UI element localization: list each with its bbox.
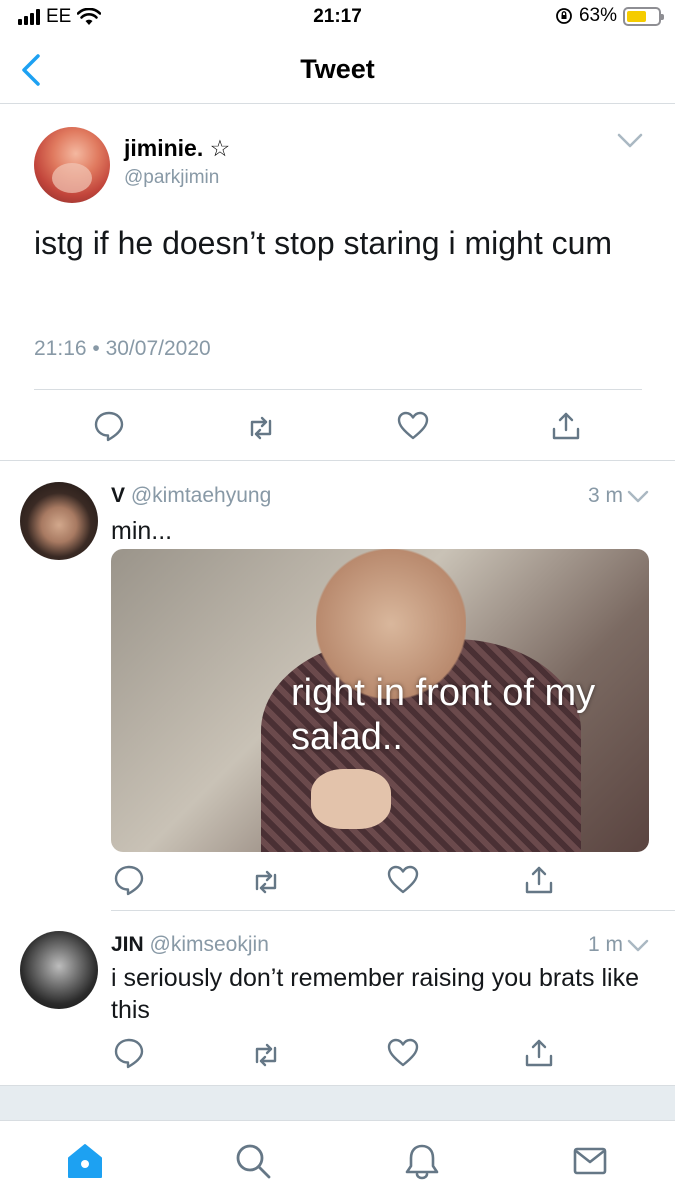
reply-text: min...	[111, 517, 173, 545]
reply-button[interactable]	[92, 409, 126, 443]
battery-label: 63%	[578, 5, 617, 26]
like-icon	[387, 865, 419, 894]
author-name[interactable]: jiminie. ☆	[124, 135, 230, 162]
battery-fill	[627, 10, 646, 22]
share-icon	[552, 412, 580, 440]
reply-icon	[114, 1038, 144, 1069]
like-icon	[397, 411, 429, 440]
tab-messages[interactable]	[570, 1141, 610, 1181]
messages-icon	[573, 1147, 607, 1175]
reply-author[interactable]: V @kimtaehyung	[111, 484, 271, 508]
search-icon	[236, 1144, 271, 1179]
media-hand	[311, 769, 391, 829]
avatar[interactable]	[34, 127, 110, 203]
home-icon	[68, 1144, 102, 1178]
share-button[interactable]	[522, 863, 556, 897]
tab-bar	[0, 1120, 675, 1200]
reply-handle: @kimseokjin	[149, 933, 269, 956]
like-button[interactable]	[386, 863, 420, 897]
share-icon	[525, 866, 553, 894]
reply-time: 1 m	[587, 933, 623, 956]
reply-icon	[114, 865, 144, 896]
avatar[interactable]	[20, 482, 98, 560]
main-tweet: jiminie. ☆ @parkjimin istg if he doesn’t…	[0, 105, 675, 461]
chevron-down-icon[interactable]	[627, 939, 649, 953]
tab-home[interactable]	[65, 1141, 105, 1181]
orientation-lock-icon	[556, 8, 572, 24]
retweet-button[interactable]	[249, 865, 283, 899]
like-icon	[387, 1038, 419, 1067]
divider	[34, 389, 642, 390]
tweet-media-image[interactable]: right in front of my salad..	[111, 549, 649, 852]
tweet-text: istg if he doesn’t stop staring i might …	[34, 225, 613, 261]
like-button[interactable]	[396, 409, 430, 443]
chevron-down-icon[interactable]	[627, 490, 649, 504]
reply-button[interactable]	[112, 863, 146, 897]
share-button[interactable]	[522, 1036, 556, 1070]
reply-author[interactable]: JIN @kimseokjin	[111, 933, 269, 957]
tab-search[interactable]	[233, 1141, 273, 1181]
like-button[interactable]	[386, 1036, 420, 1070]
page-title: Tweet	[300, 54, 375, 84]
status-right: 63%	[555, 5, 664, 27]
timeline-end-band	[0, 1085, 675, 1120]
status-bar: EE 21:17 63%	[0, 0, 675, 36]
notifications-icon	[405, 1144, 439, 1180]
reply-tweet[interactable]: JIN @kimseokjin 1 m i seriously don’t re…	[0, 911, 675, 1085]
reply-icon	[94, 411, 124, 442]
reply-text: i seriously don’t remember raising you b…	[111, 964, 639, 1024]
reply-handle: @kimtaehyung	[130, 484, 272, 507]
nav-bar: Tweet	[0, 40, 675, 104]
tweet-timestamp: 21:16 • 30/07/2020	[34, 337, 211, 360]
retweet-icon	[250, 416, 272, 440]
retweet-button[interactable]	[249, 1038, 283, 1072]
reply-time: 3 m	[587, 484, 623, 507]
battery-icon	[623, 6, 664, 26]
reply-button[interactable]	[112, 1036, 146, 1070]
retweet-button[interactable]	[244, 411, 278, 445]
media-caption: right in front of my salad..	[291, 672, 596, 758]
retweet-icon	[255, 870, 277, 894]
avatar[interactable]	[20, 931, 98, 1009]
share-button[interactable]	[549, 409, 583, 443]
author-handle[interactable]: @parkjimin	[124, 167, 219, 189]
retweet-icon	[255, 1043, 277, 1067]
reply-name: JIN	[111, 933, 144, 956]
chevron-down-icon[interactable]	[617, 133, 643, 149]
tab-notifications[interactable]	[402, 1141, 442, 1181]
reply-name: V	[111, 484, 126, 507]
share-icon	[525, 1039, 553, 1067]
